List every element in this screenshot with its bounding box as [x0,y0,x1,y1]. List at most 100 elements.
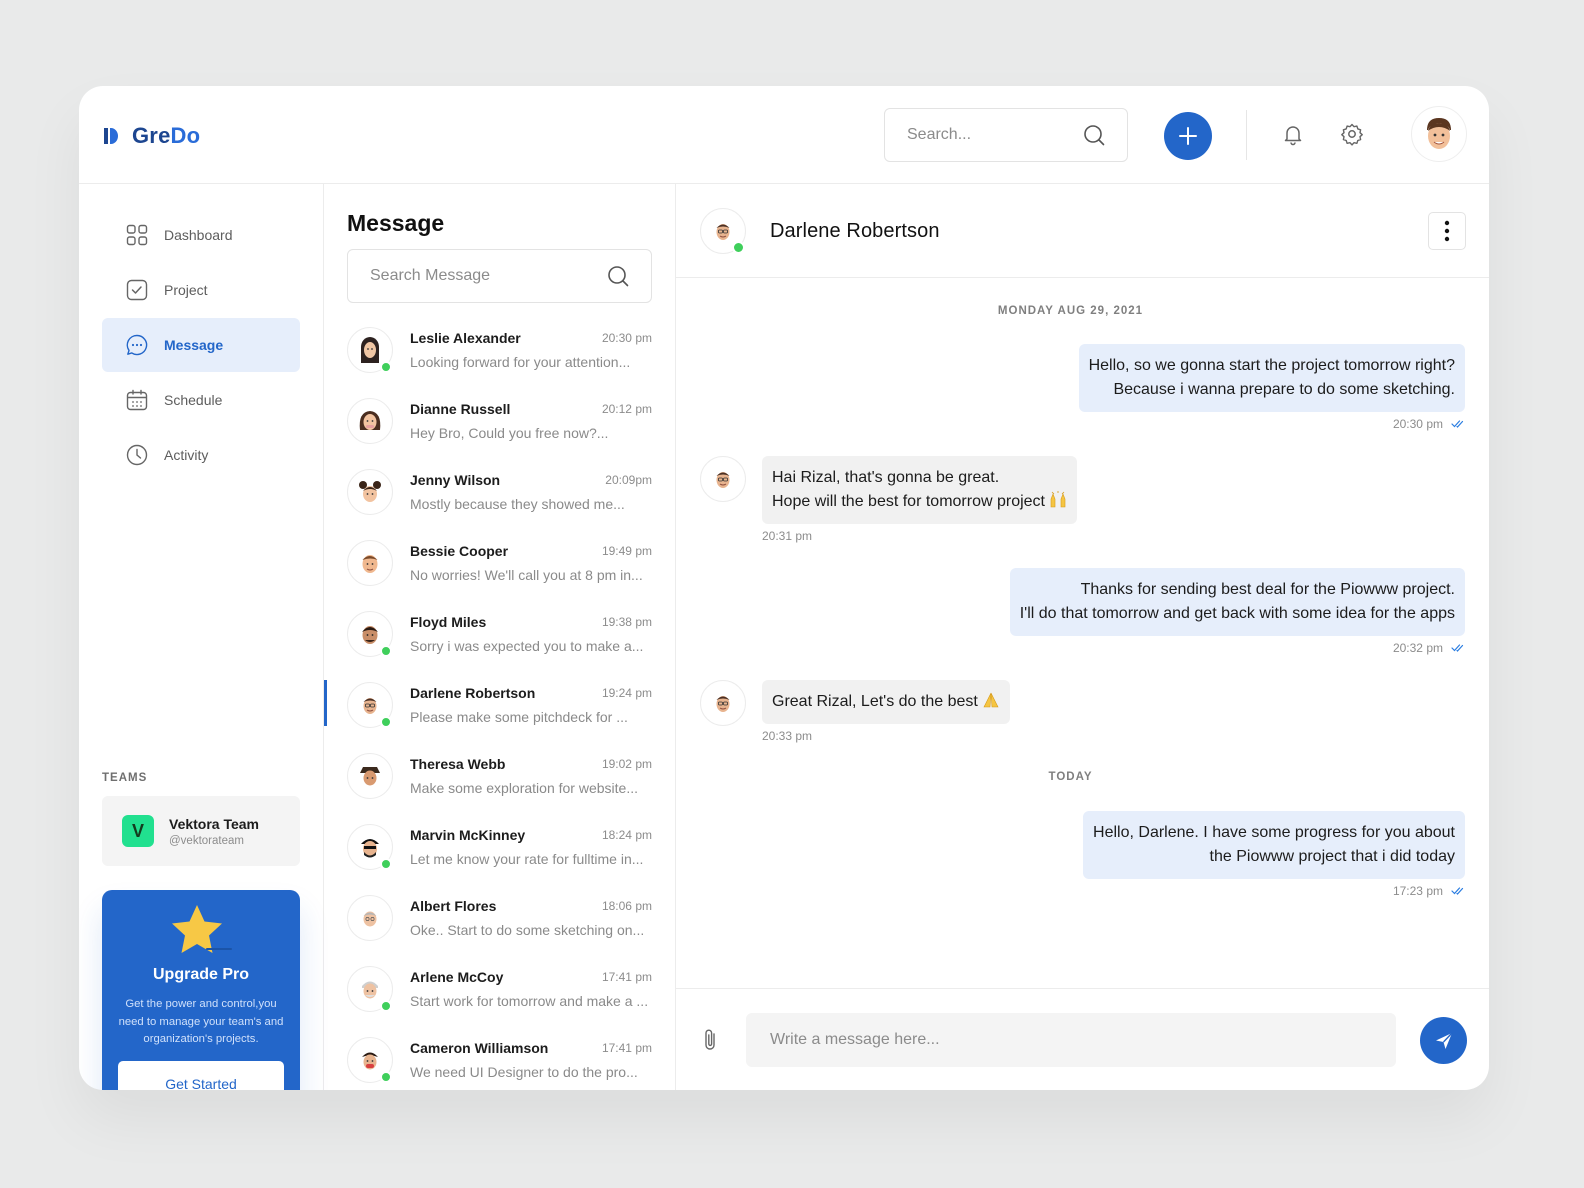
contact-avatar [700,456,746,502]
contact-name: Albert Flores [410,898,497,914]
teams-heading: TEAMS [102,772,148,784]
conversation-item[interactable]: Dianne Russell 20:12 pm Hey Bro, Could y… [347,398,652,458]
conversation-item[interactable]: Theresa Webb 19:02 pm Make some explorat… [347,753,652,813]
upgrade-card: Upgrade Pro Get the power and control,yo… [102,890,300,1090]
message-preview: Sorry i was expected you to make a... [410,638,644,654]
contact-name: Bessie Cooper [410,543,509,559]
brand-name: GreDo [132,123,200,149]
message-preview: Hey Bro, Could you free now?... [410,425,609,441]
avatar-face-icon [362,626,378,644]
user-avatar[interactable] [1411,106,1467,162]
add-button[interactable] [1164,112,1212,160]
avatar-face-icon [716,472,730,488]
avatar-face-icon [361,839,379,858]
conversation-item[interactable]: Bessie Cooper 19:49 pm No worries! We'll… [347,540,652,600]
contact-name: Floyd Miles [410,614,487,630]
message-search-input[interactable]: Search Message [347,249,652,303]
online-indicator [380,1000,392,1012]
send-button[interactable] [1420,1017,1467,1064]
sidebar-item-message[interactable]: Message [102,318,300,372]
paperclip-icon [705,1029,715,1050]
avatar [347,469,393,515]
message-time: 17:41 pm [601,970,652,984]
outgoing-message: Thanks for sending best deal for the Pio… [1009,568,1465,636]
chat-panel: Darlene Robertson MONDAY AUG 29, 2021 He… [676,184,1489,1090]
app-window: GreDo Search... Dashboard Project Messag… [79,86,1489,1090]
incoming-message: Hai Rizal, that's gonna be great. Hope w… [762,456,1078,524]
message-time: 17:23 pm [1392,884,1443,898]
online-indicator [380,361,392,373]
avatar-face-icon [360,767,380,786]
more-options-button[interactable] [1428,212,1466,250]
message-text-line: Great Rizal, Let's do the best [772,693,978,710]
clock-icon [126,444,148,466]
avatar-face-icon [716,696,730,712]
date-separator: MONDAY AUG 29, 2021 [997,305,1144,317]
online-indicator [380,645,392,657]
avatar-face-icon [362,1052,378,1070]
avatar-face-icon [359,481,381,502]
message-time: 19:24 pm [601,686,652,700]
sidebar-item-schedule[interactable]: Schedule [102,373,300,427]
conversation-item[interactable]: Leslie Alexander 20:30 pm Looking forwar… [347,327,652,387]
sidebar-item-label: Project [164,282,208,298]
calendar-icon [126,389,148,411]
message-time: 20:33 pm [762,729,813,743]
chat-icon [126,334,148,356]
message-preview: No worries! We'll call you at 8 pm in... [410,567,643,583]
sidebar-item-label: Message [164,337,224,353]
sidebar-item-project[interactable]: Project [102,263,300,317]
online-indicator [380,1071,392,1083]
search-icon [1084,125,1105,146]
search-icon [608,266,629,287]
conversation-item[interactable]: Marvin McKinney 18:24 pm Let me know you… [347,824,652,884]
settings-button[interactable] [1340,122,1364,151]
message-preview: Mostly because they showed me... [410,496,625,512]
sidebar-item-activity[interactable]: Activity [102,428,300,482]
conversation-item-active[interactable]: Darlene Robertson 19:24 pm Please make s… [347,682,652,742]
team-card[interactable]: V Vektora Team @vektorateam [102,796,300,866]
date-separator: TODAY [1048,771,1093,783]
notifications-button[interactable] [1281,122,1305,151]
message-time: 20:30 pm [601,331,652,345]
avatar [347,753,393,799]
conversation-item[interactable]: Albert Flores 18:06 pm Oke.. Start to do… [347,895,652,955]
upgrade-title: Upgrade Pro [152,966,249,983]
message-time: 19:38 pm [601,615,652,629]
grid-icon [126,224,148,246]
avatar-face-icon [359,411,381,430]
online-indicator [732,241,745,254]
plus-icon [1179,127,1197,145]
logo-icon [104,128,118,144]
logo[interactable]: GreDo [104,123,200,149]
message-text-line: Hello, so we gonna start the project tom… [1088,357,1455,374]
double-check-icon [1451,644,1464,652]
contact-name: Arlene McCoy [410,969,504,985]
sidebar-item-dashboard[interactable]: Dashboard [102,208,300,262]
message-time: 18:06 pm [601,899,652,913]
message-text-line: Hello, Darlene. I have some progress for… [1093,824,1455,841]
message-text-line: Hai Rizal, that's gonna be great. [772,469,1000,486]
message-time: 18:24 pm [601,828,652,842]
outgoing-message: Hello, Darlene. I have some progress for… [1083,811,1465,879]
conversation-item[interactable]: Floyd Miles 19:38 pm Sorry i was expecte… [347,611,652,671]
star-icon [172,905,232,953]
team-logo: V [122,815,154,847]
get-started-button[interactable]: Get Started [118,1061,284,1090]
conversation-item[interactable]: Arlene McCoy 17:41 pm Start work for tom… [347,966,652,1026]
global-search-input[interactable]: Search... [884,108,1128,162]
outgoing-message: Hello, so we gonna start the project tom… [1078,344,1465,412]
conversation-item[interactable]: Cameron Williamson 17:41 pm We need UI D… [347,1037,652,1090]
conversation-item[interactable]: Jenny Wilson 20:09pm Mostly because they… [347,469,652,529]
message-text-line: Because i wanna prepare to do some sketc… [1113,381,1455,398]
message-time: 20:09pm [605,473,652,487]
attach-button[interactable] [702,1027,718,1058]
contact-name: Marvin McKinney [410,827,526,843]
message-meta: 20:32 pm [1393,641,1465,655]
bell-icon [1284,126,1302,146]
team-handle: @vektorateam [169,834,244,847]
message-input[interactable]: Write a message here... [746,1013,1396,1067]
brand-name-part2: Do [170,123,201,148]
gear-icon [1341,123,1363,146]
checkbox-icon [126,279,148,301]
